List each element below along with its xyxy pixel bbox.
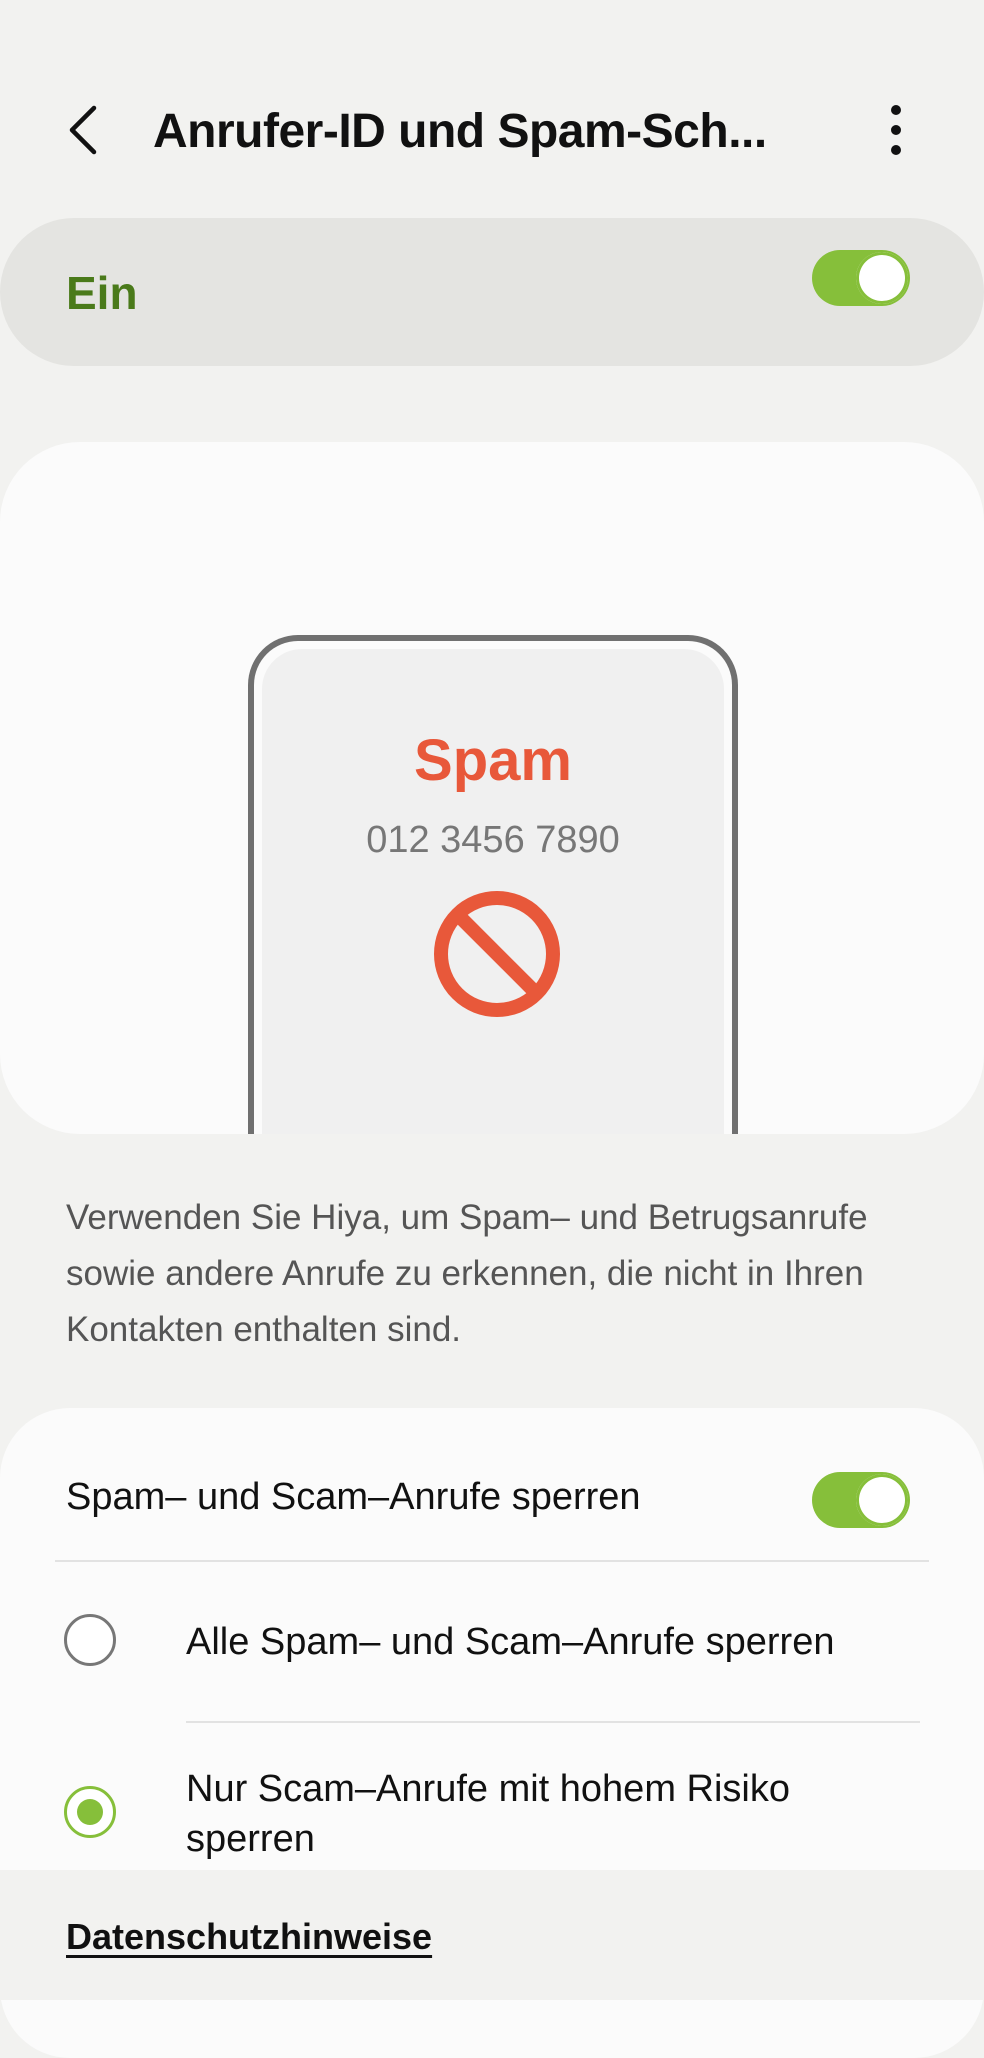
privacy-notice-link[interactable]: Datenschutzhinweise (66, 1916, 432, 1958)
block-spam-setting[interactable]: Spam– und Scam–Anrufe sperren (0, 1448, 984, 1558)
back-button[interactable] (56, 100, 116, 160)
radio-button-unchecked[interactable] (64, 1614, 116, 1666)
master-switch-bar[interactable]: Ein (0, 218, 984, 366)
block-spam-label: Spam– und Scam–Anrufe sperren (66, 1476, 641, 1518)
illustration-card: Spam 012 3456 7890 (0, 442, 984, 1134)
block-spam-toggle-switch[interactable] (812, 1472, 910, 1528)
more-vertical-icon (891, 105, 901, 155)
more-options-button[interactable] (870, 100, 922, 160)
spam-phone-number: 012 3456 7890 (366, 819, 620, 861)
divider (186, 1721, 920, 1723)
radio-option-label: Nur Scam–Anrufe mit hohem Risiko sperren (186, 1768, 790, 1860)
block-icon (434, 891, 560, 1017)
radio-button-checked[interactable] (64, 1786, 116, 1838)
feature-description: Verwenden Sie Hiya, um Spam– und Betrugs… (66, 1198, 868, 1349)
divider (55, 1560, 929, 1562)
radio-option-label: Alle Spam– und Scam–Anrufe sperren (186, 1621, 835, 1663)
spam-caller-label: Spam (414, 728, 572, 793)
radio-option-block-all[interactable]: Alle Spam– und Scam–Anrufe sperren (0, 1610, 984, 1674)
master-toggle-switch[interactable] (812, 250, 910, 306)
switch-knob (856, 1474, 908, 1526)
switch-knob (856, 252, 908, 304)
page-title: Anrufer-ID und Spam-Sch... (153, 105, 767, 158)
phone-illustration: Spam 012 3456 7890 (248, 635, 738, 1134)
app-bar: Anrufer-ID und Spam-Sch... (0, 60, 984, 200)
footer-bar: Datenschutzhinweise (0, 1870, 984, 2000)
phone-screen: Spam 012 3456 7890 (262, 649, 724, 1134)
radio-option-high-risk-only[interactable]: Nur Scam–Anrufe mit hohem Risiko sperren (0, 1764, 984, 1864)
master-switch-label: Ein (66, 267, 138, 319)
chevron-left-icon (69, 105, 97, 155)
